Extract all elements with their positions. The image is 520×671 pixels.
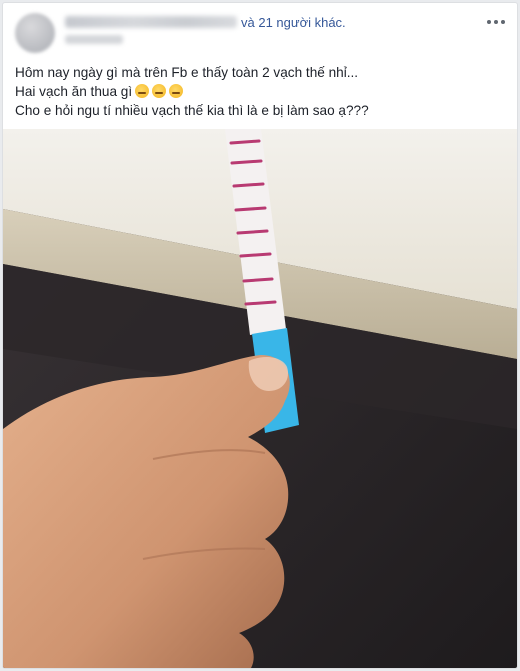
others-link[interactable]: và 21 người khác.: [241, 15, 346, 30]
sad-face-emoji-icon: [152, 84, 167, 98]
post-photo[interactable]: [3, 129, 517, 668]
post-text: Hôm nay ngày gì mà trên Fb e thấy toàn 2…: [15, 63, 505, 120]
author-avatar[interactable]: [15, 13, 55, 53]
post-timestamp-blurred[interactable]: [65, 35, 123, 44]
sad-face-emoji-icon: [169, 84, 184, 98]
post-line-1: Hôm nay ngày gì mà trên Fb e thấy toàn 2…: [15, 65, 359, 80]
sad-face-emoji-icon: [135, 84, 150, 98]
author-name-blurred[interactable]: [65, 16, 237, 28]
post-header: và 21 người khác.: [3, 3, 517, 63]
facebook-post: và 21 người khác. Hôm nay ngày gì mà trê…: [2, 2, 518, 669]
post-line-2: Hai vạch ăn thua gì: [15, 82, 505, 101]
more-horizontal-icon[interactable]: [485, 13, 507, 31]
post-line-2-text: Hai vạch ăn thua gì: [15, 84, 133, 99]
post-line-3: Cho e hỏi ngu tí nhiều vạch thế kia thì …: [15, 103, 369, 118]
author-line: và 21 người khác.: [65, 15, 346, 30]
